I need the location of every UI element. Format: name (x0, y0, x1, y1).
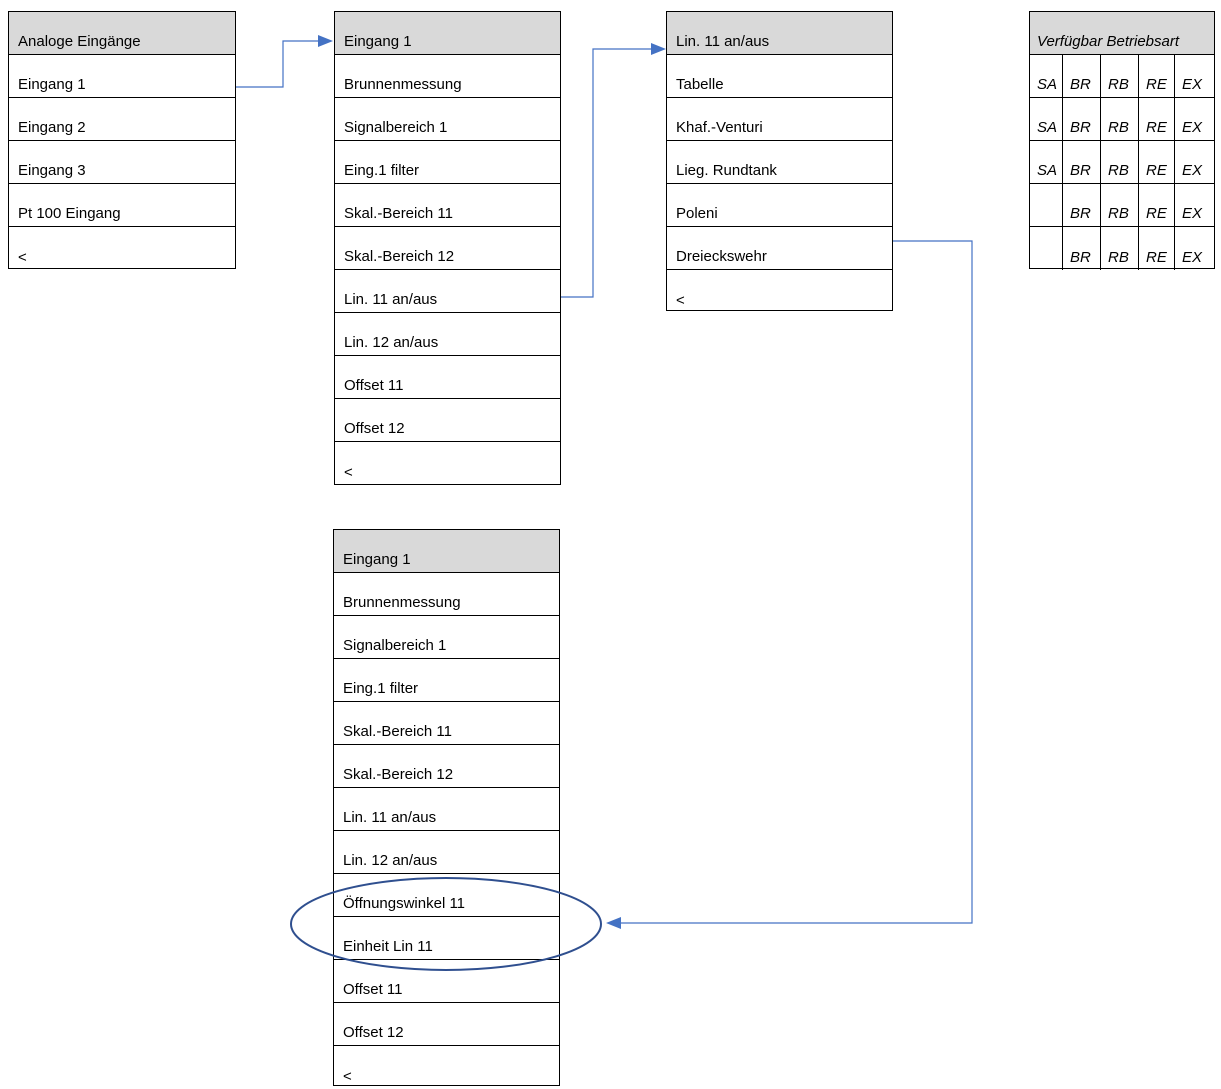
connector-lin11-to-menu (561, 48, 652, 298)
connector-eingang1-to-menu (236, 40, 320, 88)
arrowhead-left (606, 917, 621, 929)
arrowhead-right (651, 43, 666, 55)
connector-overlay (236, 35, 973, 971)
arrowhead-right (318, 35, 333, 47)
connector-dreieckswehr-to-extended (620, 240, 973, 924)
highlight-ellipse (290, 877, 602, 971)
